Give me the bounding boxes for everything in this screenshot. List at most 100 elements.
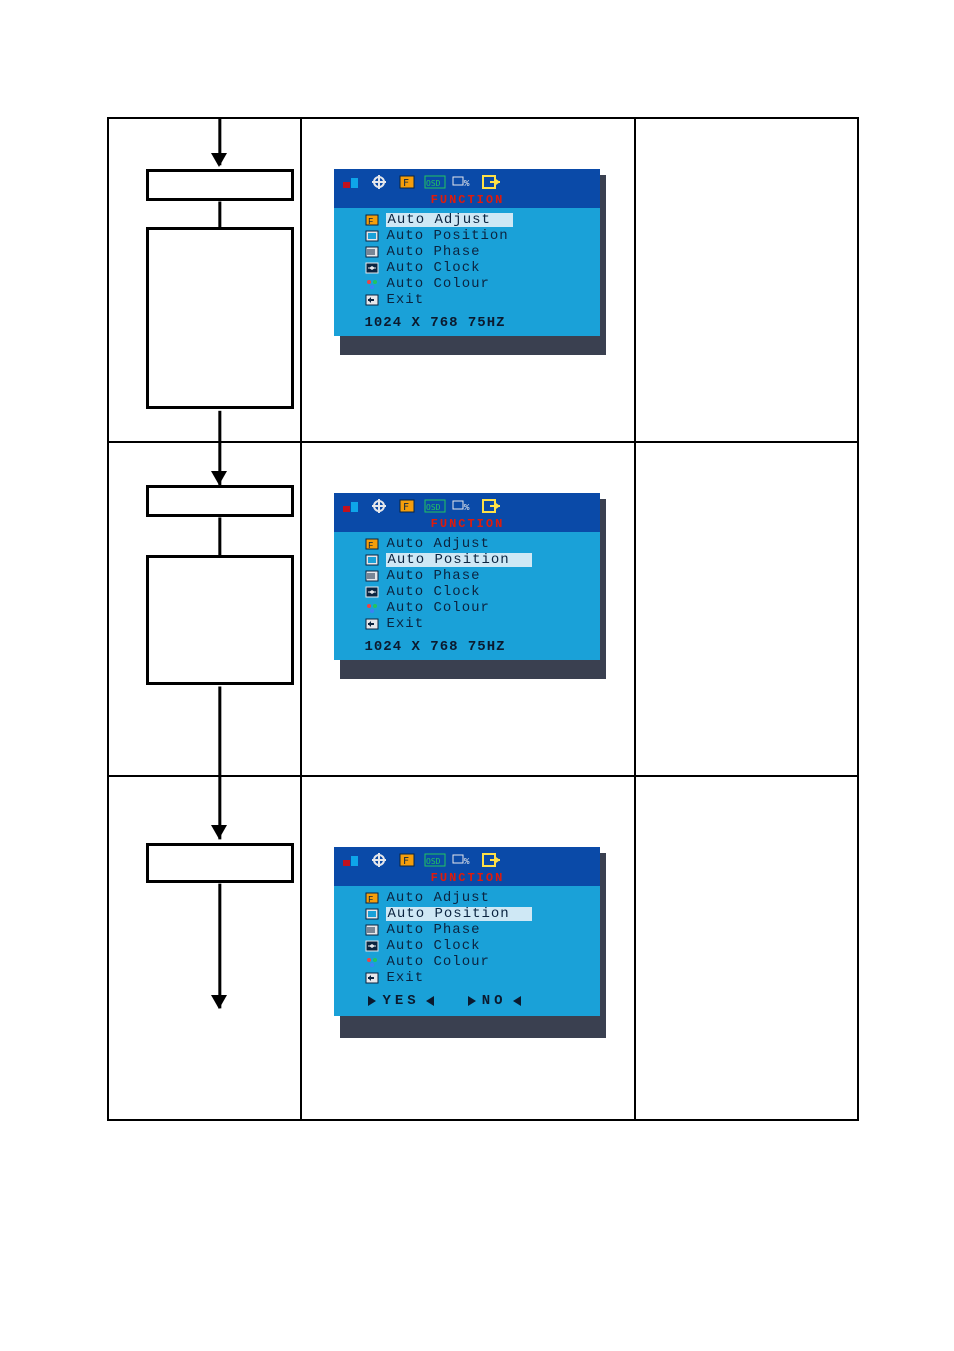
menu-item-auto-phase[interactable]: Auto Phase [364, 244, 590, 260]
osd-tab-bar: F OSD % [334, 847, 600, 871]
menu-item-auto-position[interactable]: Auto Position [364, 906, 590, 922]
flow-cell-3 [108, 776, 301, 1120]
tab-misc-icon[interactable]: % [452, 851, 474, 869]
menu-item-auto-colour[interactable]: Auto Colour [364, 954, 590, 970]
svg-text:F: F [368, 895, 373, 904]
menu-item-label: Exit [386, 971, 424, 985]
tab-position-icon[interactable] [368, 497, 390, 515]
menu-item-label: Auto Position [386, 229, 508, 243]
tab-brightness-icon[interactable] [340, 173, 362, 191]
osd-title: FUNCTION [431, 871, 505, 885]
auto-phase-icon [364, 923, 380, 937]
arrow-down-icon [211, 995, 227, 1009]
svg-text:%: % [464, 857, 470, 867]
svg-text:OSD: OSD [426, 857, 441, 866]
tab-exit-icon[interactable] [480, 497, 502, 515]
svg-text:F: F [403, 502, 409, 513]
tab-brightness-icon[interactable] [340, 497, 362, 515]
tab-osd-icon[interactable]: OSD [424, 851, 446, 869]
tab-osd-icon[interactable]: OSD [424, 173, 446, 191]
menu-item-auto-clock[interactable]: Auto Clock [364, 584, 590, 600]
menu-item-auto-adjust[interactable]: F Auto Adjust [364, 890, 590, 906]
menu-item-auto-position[interactable]: Auto Position [364, 552, 590, 568]
menu-item-auto-colour[interactable]: Auto Colour [364, 600, 590, 616]
osd-title-row: FUNCTION [334, 193, 600, 208]
menu-item-label: Auto Phase [386, 569, 480, 583]
auto-clock-icon [364, 585, 380, 599]
menu-item-label: Auto Adjust [386, 213, 512, 227]
auto-adjust-icon: F [364, 537, 380, 551]
svg-text:%: % [464, 179, 470, 189]
tab-exit-icon[interactable] [480, 173, 502, 191]
tab-brightness-icon[interactable] [340, 851, 362, 869]
tab-misc-icon[interactable]: % [452, 173, 474, 191]
confirm-no[interactable]: NO [468, 994, 521, 1008]
empty-cell-2 [635, 442, 858, 776]
menu-item-auto-adjust[interactable]: F Auto Adjust [364, 536, 590, 552]
menu-item-label: Auto Clock [386, 939, 480, 953]
tab-function-icon[interactable]: F [396, 497, 418, 515]
menu-item-auto-clock[interactable]: Auto Clock [364, 260, 590, 276]
menu-item-label: Auto Colour [386, 277, 489, 291]
auto-adjust-icon: F [364, 891, 380, 905]
osd-menu: F OSD % FUNCTION F Auto Adjust Auto Posi… [334, 169, 600, 336]
tab-position-icon[interactable] [368, 851, 390, 869]
confirm-yes[interactable]: YES [368, 994, 433, 1008]
tab-exit-icon[interactable] [480, 851, 502, 869]
svg-text:F: F [403, 178, 409, 189]
flow-step-box [146, 843, 294, 883]
osd-title-row: FUNCTION [334, 517, 600, 532]
layout-table: F OSD % FUNCTION F Auto Adjust Auto Posi… [107, 117, 859, 1121]
no-label: NO [482, 994, 507, 1008]
osd-title: FUNCTION [431, 193, 505, 207]
osd-item-list: F Auto Adjust Auto Position Auto Phase A… [334, 208, 600, 312]
empty-cell-3 [635, 776, 858, 1120]
exit-icon [364, 617, 380, 631]
svg-text:OSD: OSD [426, 503, 441, 512]
auto-position-icon [364, 907, 380, 921]
menu-item-exit[interactable]: Exit [364, 970, 590, 986]
osd-title: FUNCTION [431, 517, 505, 531]
tab-osd-icon[interactable]: OSD [424, 497, 446, 515]
menu-item-auto-adjust[interactable]: F Auto Adjust [364, 212, 590, 228]
triangle-left-icon [426, 996, 434, 1006]
menu-item-auto-phase[interactable]: Auto Phase [364, 922, 590, 938]
menu-item-auto-phase[interactable]: Auto Phase [364, 568, 590, 584]
triangle-left-icon [513, 996, 521, 1006]
osd-status-line: 1024 X 768 75HZ [334, 636, 600, 660]
menu-item-auto-clock[interactable]: Auto Clock [364, 938, 590, 954]
menu-item-exit[interactable]: Exit [364, 616, 590, 632]
tab-function-icon[interactable]: F [396, 851, 418, 869]
osd-menu: F OSD % FUNCTION F Auto Adjust Auto Posi… [334, 493, 600, 660]
auto-position-icon [364, 553, 380, 567]
menu-item-label: Auto Colour [386, 955, 489, 969]
auto-clock-icon [364, 261, 380, 275]
tab-function-icon[interactable]: F [396, 173, 418, 191]
flow-large-box [146, 227, 294, 409]
svg-text:F: F [368, 217, 373, 226]
flow-cell-1 [108, 118, 301, 442]
menu-item-label: Auto Phase [386, 923, 480, 937]
svg-text:OSD: OSD [426, 179, 441, 188]
arrow-down-icon [211, 825, 227, 839]
osd-tab-bar: F OSD % [334, 493, 600, 517]
menu-item-exit[interactable]: Exit [364, 292, 590, 308]
tab-misc-icon[interactable]: % [452, 497, 474, 515]
svg-text:F: F [403, 856, 409, 867]
tab-position-icon[interactable] [368, 173, 390, 191]
flow-step-box [146, 485, 294, 517]
menu-item-label: Auto Position [386, 553, 531, 567]
menu-item-auto-colour[interactable]: Auto Colour [364, 276, 590, 292]
page: F OSD % FUNCTION F Auto Adjust Auto Posi… [0, 0, 954, 1351]
menu-item-auto-position[interactable]: Auto Position [364, 228, 590, 244]
osd-panel: F OSD % FUNCTION F Auto Adjust Auto Posi… [334, 169, 600, 336]
auto-colour-icon [364, 601, 380, 615]
flow-step-box [146, 169, 294, 201]
menu-item-label: Auto Adjust [386, 891, 489, 905]
auto-phase-icon [364, 569, 380, 583]
menu-item-label: Auto Adjust [386, 537, 489, 551]
osd-tab-bar: F OSD % [334, 169, 600, 193]
osd-panel: F OSD % FUNCTION F Auto Adjust Auto Posi… [334, 847, 600, 1016]
osd-item-list: F Auto Adjust Auto Position Auto Phase A… [334, 532, 600, 636]
menu-item-label: Exit [386, 293, 424, 307]
